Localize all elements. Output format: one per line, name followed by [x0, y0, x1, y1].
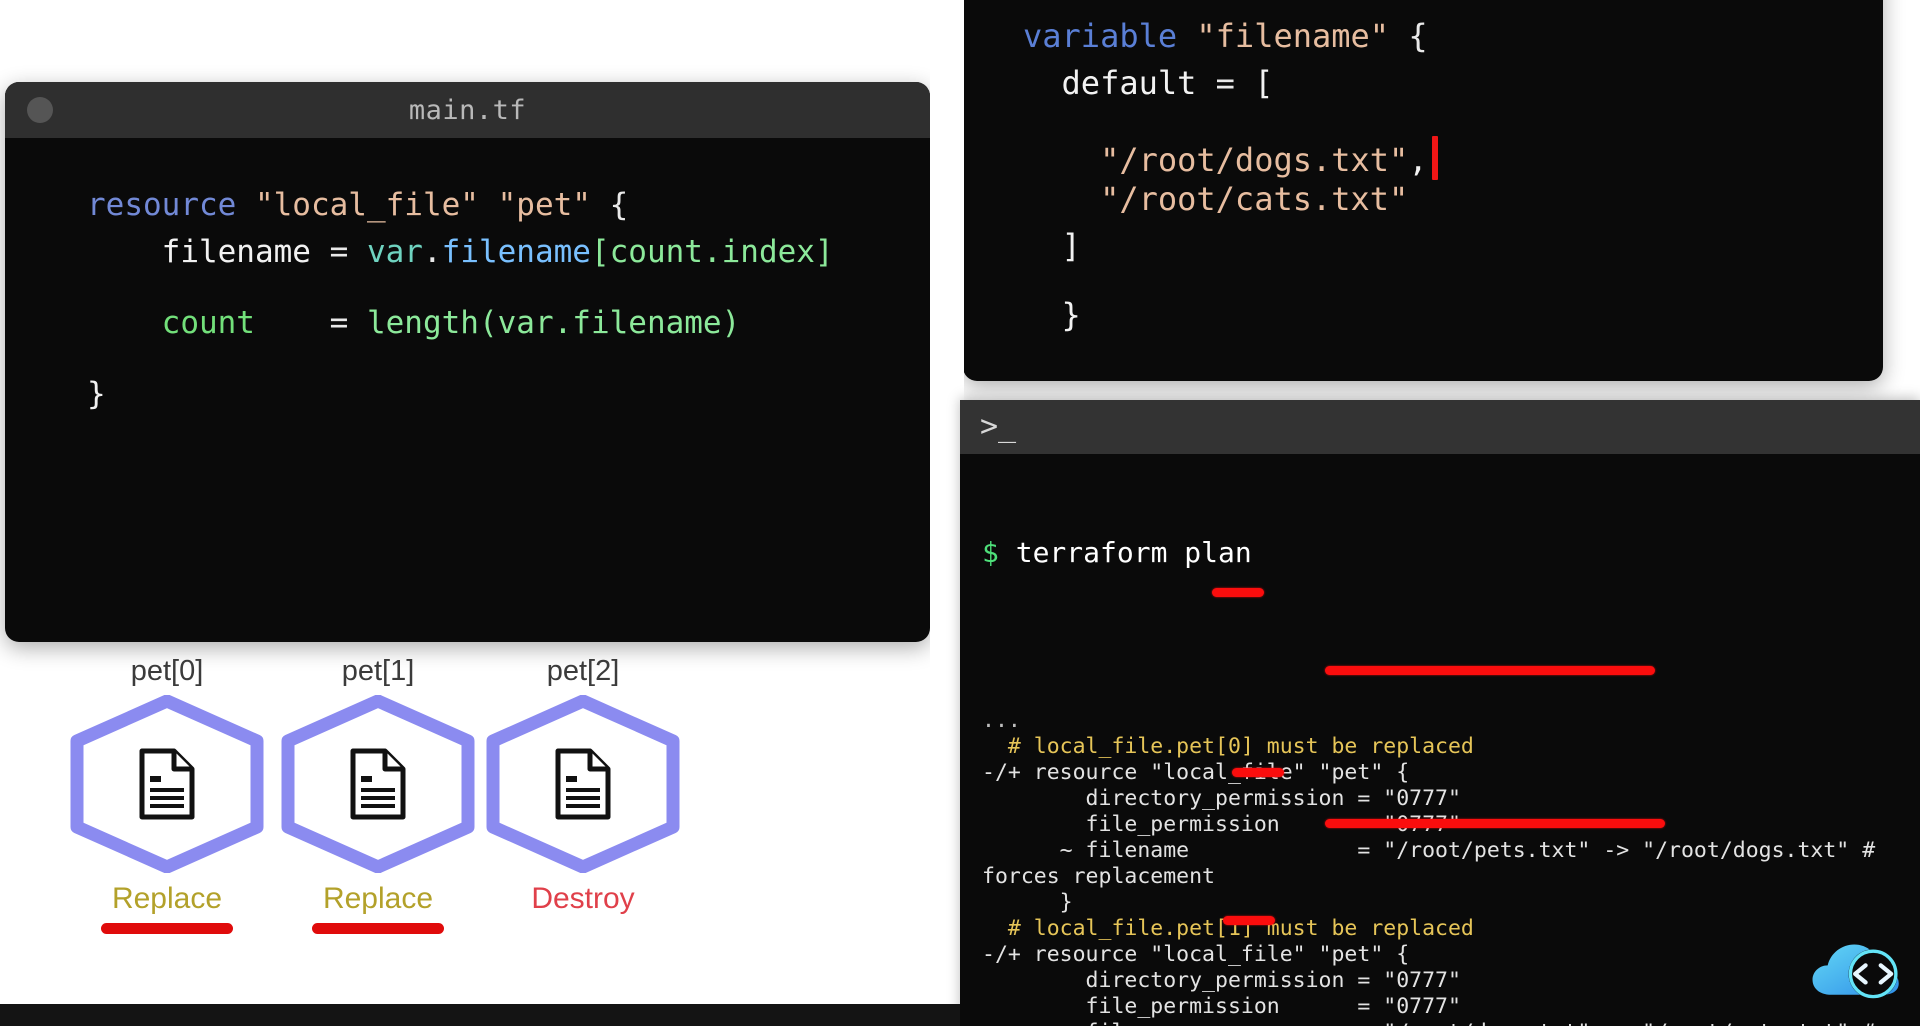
- text-caret: [1431, 136, 1438, 180]
- code-line: "/root/cats.txt": [1100, 180, 1409, 218]
- diagram-node-action-label: Destroy: [531, 882, 635, 915]
- terminal-line: directory_permission = "0777": [982, 786, 1461, 811]
- terminal-output-lines: ... # local_file.pet[0] must be replaced…: [982, 708, 1920, 1026]
- diagram-node-label: pet[2]: [546, 655, 620, 687]
- terminal-line: file_permission = "0777": [982, 994, 1461, 1019]
- slide-canvas: main.tf resource "local_file" "pet" { fi…: [0, 0, 1920, 1026]
- code-line: default = [: [1061, 64, 1274, 102]
- variables-tf-editor-window: variable "filename" { default = [ "/root…: [963, 0, 1883, 381]
- terminal-prompt-icon: >_: [980, 409, 1017, 444]
- terminal-line: directory_permission = "0777": [982, 968, 1461, 993]
- marker-underline-pet2-destroyed: [1223, 916, 1275, 925]
- file-document-icon: [139, 748, 195, 820]
- code-line-spacer: [1023, 277, 1883, 299]
- code-line-spacer: [1023, 114, 1883, 136]
- resource-state-diagram: pet[0] Replace pet[1] Replace pet[2] Destroy: [0, 655, 960, 1026]
- terminal-line: # local_file.pet[0] must be replaced: [982, 734, 1474, 759]
- code-line: filename = var.filename[count.index]: [161, 234, 834, 270]
- code-line-spacer: [87, 355, 930, 379]
- terminal-output: $ terraform plan ... # local_file.pet[0]…: [960, 454, 1920, 1026]
- terminal-command-line: $ terraform plan: [982, 528, 1920, 578]
- main-tf-titlebar: main.tf: [5, 82, 930, 138]
- code-line: ]: [1061, 227, 1081, 265]
- terminal-window: >_ $ terraform plan ... # local_file.pet…: [960, 400, 1920, 1026]
- file-document-icon: [555, 748, 611, 820]
- prompt-dollar-icon: $: [982, 536, 999, 569]
- terminal-line: ...: [982, 708, 1021, 733]
- code-line: }: [87, 376, 106, 412]
- code-line: }: [1061, 296, 1081, 334]
- terminal-line: # local_file.pet[1] must be replaced: [982, 916, 1474, 941]
- terminal-line: -/+ resource "local_file" "pet" {: [982, 942, 1410, 967]
- marker-underline-node-action: [101, 923, 233, 934]
- marker-underline-node-action: [312, 923, 444, 934]
- terminal-line: forces replacement: [982, 864, 1215, 889]
- terminal-line: }: [982, 890, 1073, 915]
- main-tf-editor-window: main.tf resource "local_file" "pet" { fi…: [5, 82, 930, 642]
- hexagon-container: [458, 694, 708, 874]
- bottom-strip: [0, 1004, 960, 1026]
- terminal-spacer: [982, 630, 1920, 656]
- code-line: resource "local_file" "pet" {: [87, 187, 629, 223]
- terminal-command-text: terraform plan: [1015, 536, 1252, 569]
- code-line: count = length(var.filename): [161, 305, 741, 341]
- main-tf-filename-label: main.tf: [408, 94, 527, 126]
- cloud-code-logo-icon: [1812, 944, 1899, 999]
- code-line: "/root/dogs.txt",: [1023, 136, 1883, 183]
- terminal-line: ~ filename = "/root/dogs.txt" -> "/root/…: [982, 1020, 1920, 1026]
- marker-underline-pet0-replaced: [1212, 588, 1264, 597]
- marker-underline-pet0-filename: [1325, 666, 1655, 675]
- main-tf-code: resource "local_file" "pet" { filename =…: [5, 138, 930, 426]
- terminal-titlebar: >_: [960, 400, 1920, 454]
- diagram-node: pet[2] Destroy: [458, 655, 708, 916]
- code-line: variable "filename" {: [1023, 17, 1428, 55]
- file-document-icon: [350, 748, 406, 820]
- terminal-line: ~ filename = "/root/pets.txt" -> "/root/…: [982, 838, 1876, 863]
- terminal-line: -/+ resource "local_file" "pet" {: [982, 760, 1410, 785]
- marker-underline-pet1-filename: [1325, 819, 1665, 828]
- marker-underline-pet1-replaced: [1232, 768, 1284, 777]
- variables-tf-code: variable "filename" { default = [ "/root…: [963, 0, 1883, 346]
